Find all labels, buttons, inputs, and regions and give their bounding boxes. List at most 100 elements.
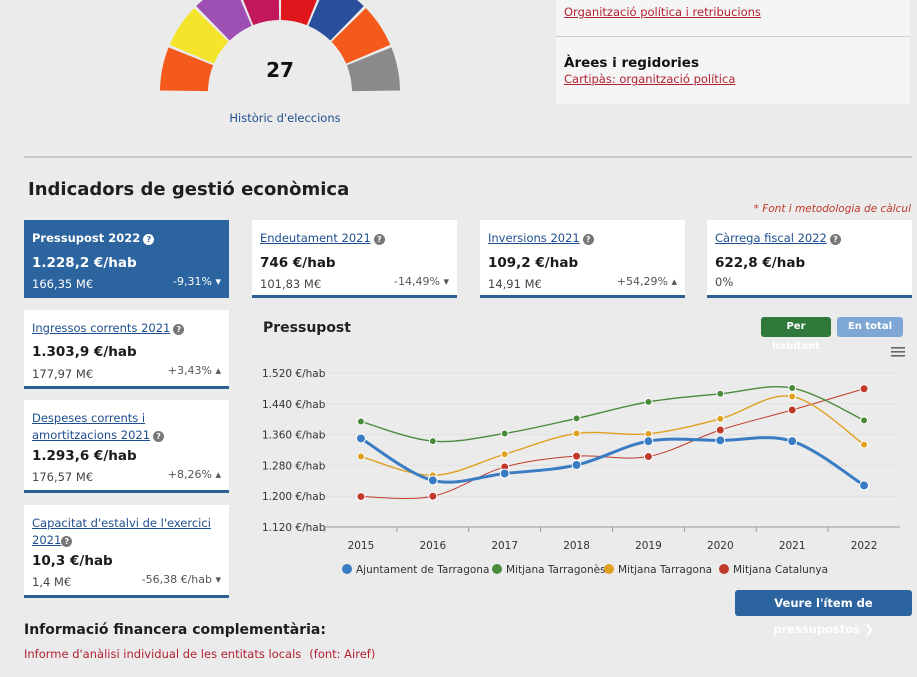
legend-marker[interactable] <box>719 564 729 574</box>
card-budget[interactable]: Pressupost 2022? 1.228,2 €/hab 166,35 M€… <box>24 220 229 298</box>
data-point[interactable] <box>571 460 582 471</box>
data-point[interactable] <box>715 425 725 435</box>
legend-marker[interactable] <box>492 564 502 574</box>
data-point[interactable] <box>572 414 581 423</box>
card-expenses-change: +8,26% <box>167 468 212 481</box>
card-budget-change: -9,31% <box>173 275 212 288</box>
y-tick-label: 1.120 €/hab <box>262 522 326 534</box>
data-point[interactable] <box>356 417 365 426</box>
legend-label[interactable]: Mitjana Tarragonès <box>506 564 606 576</box>
data-point[interactable] <box>500 429 509 438</box>
data-point[interactable] <box>643 436 654 447</box>
political-organization-link[interactable]: Organització política i retribucions <box>564 5 761 19</box>
card-fiscal-value: 622,8 €/hab <box>715 255 806 271</box>
complementary-info-row: Informe d'anàlisi individual de les enti… <box>24 647 375 661</box>
y-tick-label: 1.440 €/hab <box>262 399 326 411</box>
card-debt[interactable]: Endeutament 2021? 746 €/hab 101,83 M€ -1… <box>252 220 457 298</box>
arrow-down-icon: ▾ <box>215 573 221 586</box>
x-tick-label: 2020 <box>707 540 734 552</box>
legend-label[interactable]: Mitjana Catalunya <box>733 564 828 576</box>
data-point[interactable] <box>572 451 582 461</box>
card-budget-title: Pressupost 2022 <box>32 231 141 245</box>
election-history-link[interactable]: Històric d'eleccions <box>200 111 370 125</box>
card-investments-title[interactable]: Inversions 2021 <box>488 231 580 245</box>
arrow-up-icon: ▴ <box>215 364 221 377</box>
individual-analysis-report-link[interactable]: Informe d'anàlisi individual de les enti… <box>24 647 301 661</box>
data-point[interactable] <box>428 491 438 501</box>
areas-title: Àrees i regidories <box>564 55 699 71</box>
data-point[interactable] <box>644 397 653 406</box>
per-inhabitant-toggle[interactable]: Per habitant <box>761 317 831 352</box>
card-fiscal-title[interactable]: Càrrega fiscal 2022 <box>715 231 827 245</box>
chart-menu-icon[interactable] <box>891 346 905 358</box>
data-point[interactable] <box>499 468 510 479</box>
card-investments-total: 14,91 M€ <box>488 277 542 291</box>
help-icon[interactable]: ? <box>61 536 73 547</box>
card-income-total: 177,97 M€ <box>32 367 94 381</box>
card-expenses-total: 176,57 M€ <box>32 470 94 484</box>
seats-total: 27 <box>266 58 294 82</box>
data-point[interactable] <box>788 384 797 393</box>
arrow-down-icon: ▾ <box>215 275 221 288</box>
view-budget-item-button[interactable]: Veure l'ítem de pressupostos ❯ <box>735 590 912 636</box>
source-methodology-link[interactable]: * Font i metodologia de càlcul <box>754 203 911 215</box>
y-tick-label: 1.520 €/hab <box>262 368 326 380</box>
arrow-up-icon: ▴ <box>671 275 677 288</box>
data-point[interactable] <box>427 475 438 486</box>
divider <box>556 36 910 37</box>
data-point[interactable] <box>860 440 869 449</box>
data-point[interactable] <box>787 436 798 447</box>
card-fiscal[interactable]: Càrrega fiscal 2022? 622,8 €/hab 0% <box>707 220 912 298</box>
legend-label[interactable]: Ajuntament de Tarragona <box>356 564 489 576</box>
card-savings-value: 10,3 €/hab <box>32 553 113 569</box>
legend-label[interactable]: Mitjana Tarragona <box>618 564 712 576</box>
arrow-up-icon: ▴ <box>215 468 221 481</box>
data-point[interactable] <box>716 414 725 423</box>
card-savings-total: 1,4 M€ <box>32 575 72 589</box>
card-income[interactable]: Ingressos corrents 2021? 1.303,9 €/hab 1… <box>24 310 229 389</box>
x-tick-label: 2016 <box>419 540 446 552</box>
data-point[interactable] <box>787 405 797 415</box>
card-savings[interactable]: Capacitat d'estalvi de l'exercici 2021? … <box>24 505 229 598</box>
card-expenses[interactable]: Despeses corrents i amortitzacions 2021?… <box>24 400 229 493</box>
card-debt-title[interactable]: Endeutament 2021 <box>260 231 371 245</box>
chart-title: Pressupost <box>263 320 351 336</box>
total-toggle[interactable]: En total <box>837 317 903 337</box>
card-investments-value: 109,2 €/hab <box>488 255 579 271</box>
card-fiscal-total: 0% <box>715 275 734 289</box>
card-savings-change: -56,38 €/hab <box>141 573 212 586</box>
help-icon[interactable]: ? <box>153 431 165 442</box>
card-investments-change: +54,29% <box>616 275 668 288</box>
data-point[interactable] <box>356 492 366 502</box>
card-income-title[interactable]: Ingressos corrents 2021 <box>32 321 170 335</box>
data-point[interactable] <box>715 435 726 446</box>
legend-marker[interactable] <box>604 564 614 574</box>
card-budget-total: 166,35 M€ <box>32 277 94 291</box>
data-point[interactable] <box>788 392 797 401</box>
data-point[interactable] <box>859 384 869 394</box>
card-savings-title[interactable]: Capacitat d'estalvi de l'exercici 2021 <box>32 516 211 547</box>
help-icon[interactable]: ? <box>173 324 185 335</box>
data-point[interactable] <box>859 480 870 491</box>
section-title: Indicadors de gestió econòmica <box>28 179 350 200</box>
card-debt-change: -14,49% <box>394 275 440 288</box>
data-point[interactable] <box>572 429 581 438</box>
card-income-change: +3,43% <box>167 364 212 377</box>
cartipas-link[interactable]: Cartipàs: organització política <box>564 72 735 86</box>
help-icon[interactable]: ? <box>373 234 385 245</box>
card-investments[interactable]: Inversions 2021? 109,2 €/hab 14,91 M€ +5… <box>480 220 685 298</box>
y-tick-label: 1.200 €/hab <box>262 491 326 503</box>
card-expenses-title[interactable]: Despeses corrents i amortitzacions 2021 <box>32 411 150 442</box>
help-icon[interactable]: ? <box>143 234 155 245</box>
data-point[interactable] <box>428 437 437 446</box>
help-icon[interactable]: ? <box>829 234 841 245</box>
data-point[interactable] <box>355 433 366 444</box>
data-point[interactable] <box>356 452 365 461</box>
data-point[interactable] <box>643 452 653 462</box>
x-tick-label: 2017 <box>491 540 518 552</box>
data-point[interactable] <box>716 389 725 398</box>
legend-marker[interactable] <box>342 564 352 574</box>
data-point[interactable] <box>860 416 869 425</box>
help-icon[interactable]: ? <box>582 234 594 245</box>
data-point[interactable] <box>500 450 509 459</box>
